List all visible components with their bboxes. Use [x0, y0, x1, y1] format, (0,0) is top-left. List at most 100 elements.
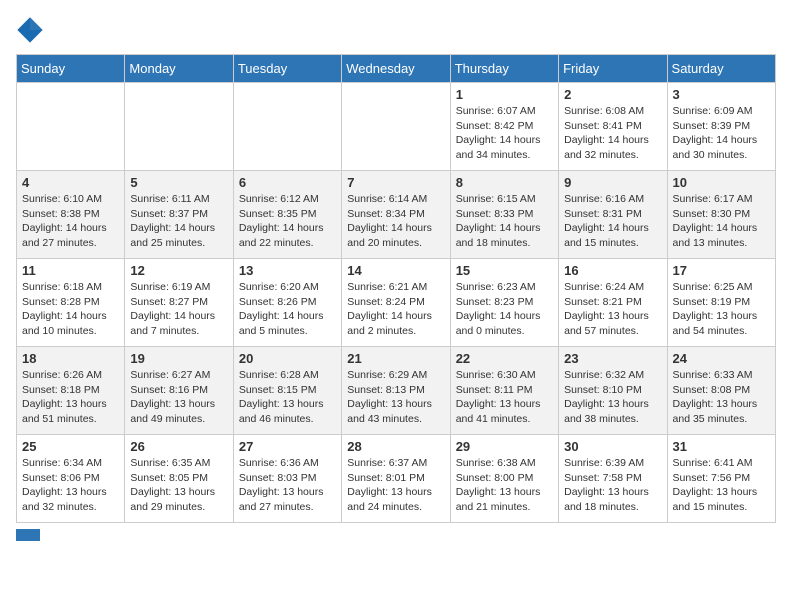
day-info: Sunrise: 6:38 AM Sunset: 8:00 PM Dayligh… — [456, 456, 553, 515]
day-number: 21 — [347, 351, 444, 366]
day-number: 7 — [347, 175, 444, 190]
day-info: Sunrise: 6:12 AM Sunset: 8:35 PM Dayligh… — [239, 192, 336, 251]
calendar-cell: 1 Sunrise: 6:07 AM Sunset: 8:42 PM Daylig… — [450, 83, 558, 171]
day-number: 20 — [239, 351, 336, 366]
calendar-cell — [342, 83, 450, 171]
day-number: 8 — [456, 175, 553, 190]
logo — [16, 16, 48, 44]
calendar-cell: 21 Sunrise: 6:29 AM Sunset: 8:13 PM Dayli… — [342, 347, 450, 435]
calendar-cell: 18 Sunrise: 6:26 AM Sunset: 8:18 PM Dayli… — [17, 347, 125, 435]
day-number: 25 — [22, 439, 119, 454]
calendar-cell: 3 Sunrise: 6:09 AM Sunset: 8:39 PM Daylig… — [667, 83, 775, 171]
day-info: Sunrise: 6:11 AM Sunset: 8:37 PM Dayligh… — [130, 192, 227, 251]
day-info: Sunrise: 6:34 AM Sunset: 8:06 PM Dayligh… — [22, 456, 119, 515]
day-info: Sunrise: 6:23 AM Sunset: 8:23 PM Dayligh… — [456, 280, 553, 339]
calendar-week-row: 18 Sunrise: 6:26 AM Sunset: 8:18 PM Dayli… — [17, 347, 776, 435]
day-info: Sunrise: 6:20 AM Sunset: 8:26 PM Dayligh… — [239, 280, 336, 339]
calendar-cell: 14 Sunrise: 6:21 AM Sunset: 8:24 PM Dayli… — [342, 259, 450, 347]
calendar-cell: 10 Sunrise: 6:17 AM Sunset: 8:30 PM Dayli… — [667, 171, 775, 259]
day-number: 14 — [347, 263, 444, 278]
calendar-cell: 23 Sunrise: 6:32 AM Sunset: 8:10 PM Dayli… — [559, 347, 667, 435]
calendar-cell: 12Sunrise: 6:19 AM Sunset: 8:27 PM Dayli… — [125, 259, 233, 347]
day-info: Sunrise: 6:25 AM Sunset: 8:19 PM Dayligh… — [673, 280, 770, 339]
day-info: Sunrise: 6:27 AM Sunset: 8:16 PM Dayligh… — [130, 368, 227, 427]
day-info: Sunrise: 6:26 AM Sunset: 8:18 PM Dayligh… — [22, 368, 119, 427]
calendar-cell: 25 Sunrise: 6:34 AM Sunset: 8:06 PM Dayli… — [17, 435, 125, 523]
day-number: 28 — [347, 439, 444, 454]
logo-icon — [16, 16, 44, 44]
calendar-cell: 29Sunrise: 6:38 AM Sunset: 8:00 PM Dayli… — [450, 435, 558, 523]
day-info: Sunrise: 6:29 AM Sunset: 8:13 PM Dayligh… — [347, 368, 444, 427]
day-number: 15 — [456, 263, 553, 278]
calendar-header-saturday: Saturday — [667, 55, 775, 83]
calendar-cell: 26 Sunrise: 6:35 AM Sunset: 8:05 PM Dayli… — [125, 435, 233, 523]
calendar-table: SundayMondayTuesdayWednesdayThursdayFrid… — [16, 54, 776, 523]
calendar-header-sunday: Sunday — [17, 55, 125, 83]
day-info: Sunrise: 6:14 AM Sunset: 8:34 PM Dayligh… — [347, 192, 444, 251]
calendar-cell: 28 Sunrise: 6:37 AM Sunset: 8:01 PM Dayli… — [342, 435, 450, 523]
day-number: 24 — [673, 351, 770, 366]
day-number: 26 — [130, 439, 227, 454]
calendar-cell: 16 Sunrise: 6:24 AM Sunset: 8:21 PM Dayli… — [559, 259, 667, 347]
calendar-cell: 19 Sunrise: 6:27 AM Sunset: 8:16 PM Dayli… — [125, 347, 233, 435]
calendar-cell: 8 Sunrise: 6:15 AM Sunset: 8:33 PM Daylig… — [450, 171, 558, 259]
day-number: 10 — [673, 175, 770, 190]
day-info: Sunrise: 6:08 AM Sunset: 8:41 PM Dayligh… — [564, 104, 661, 163]
calendar-cell: 9Sunrise: 6:16 AM Sunset: 8:31 PM Daylig… — [559, 171, 667, 259]
day-info: Sunrise: 6:24 AM Sunset: 8:21 PM Dayligh… — [564, 280, 661, 339]
day-info: Sunrise: 6:15 AM Sunset: 8:33 PM Dayligh… — [456, 192, 553, 251]
calendar-cell: 30 Sunrise: 6:39 AM Sunset: 7:58 PM Dayli… — [559, 435, 667, 523]
calendar-cell: 31 Sunrise: 6:41 AM Sunset: 7:56 PM Dayli… — [667, 435, 775, 523]
day-info: Sunrise: 6:17 AM Sunset: 8:30 PM Dayligh… — [673, 192, 770, 251]
day-info: Sunrise: 6:36 AM Sunset: 8:03 PM Dayligh… — [239, 456, 336, 515]
calendar-cell: 2Sunrise: 6:08 AM Sunset: 8:41 PM Daylig… — [559, 83, 667, 171]
calendar-week-row: 4 Sunrise: 6:10 AM Sunset: 8:38 PM Daylig… — [17, 171, 776, 259]
calendar-header-tuesday: Tuesday — [233, 55, 341, 83]
calendar-header-thursday: Thursday — [450, 55, 558, 83]
day-info: Sunrise: 6:10 AM Sunset: 8:38 PM Dayligh… — [22, 192, 119, 251]
day-info: Sunrise: 6:37 AM Sunset: 8:01 PM Dayligh… — [347, 456, 444, 515]
calendar-cell: 20Sunrise: 6:28 AM Sunset: 8:15 PM Dayli… — [233, 347, 341, 435]
day-number: 4 — [22, 175, 119, 190]
calendar-cell: 24Sunrise: 6:33 AM Sunset: 8:08 PM Dayli… — [667, 347, 775, 435]
calendar-cell: 5Sunrise: 6:11 AM Sunset: 8:37 PM Daylig… — [125, 171, 233, 259]
calendar-header-friday: Friday — [559, 55, 667, 83]
calendar-cell: 22 Sunrise: 6:30 AM Sunset: 8:11 PM Dayli… — [450, 347, 558, 435]
day-number: 30 — [564, 439, 661, 454]
day-info: Sunrise: 6:07 AM Sunset: 8:42 PM Dayligh… — [456, 104, 553, 163]
calendar-cell — [125, 83, 233, 171]
day-number: 16 — [564, 263, 661, 278]
day-number: 23 — [564, 351, 661, 366]
calendar-header-row: SundayMondayTuesdayWednesdayThursdayFrid… — [17, 55, 776, 83]
calendar-header-monday: Monday — [125, 55, 233, 83]
calendar-cell: 17 Sunrise: 6:25 AM Sunset: 8:19 PM Dayli… — [667, 259, 775, 347]
day-info: Sunrise: 6:41 AM Sunset: 7:56 PM Dayligh… — [673, 456, 770, 515]
day-number: 17 — [673, 263, 770, 278]
day-number: 3 — [673, 87, 770, 102]
day-number: 18 — [22, 351, 119, 366]
footer-note — [16, 529, 776, 541]
day-info: Sunrise: 6:32 AM Sunset: 8:10 PM Dayligh… — [564, 368, 661, 427]
day-info: Sunrise: 6:16 AM Sunset: 8:31 PM Dayligh… — [564, 192, 661, 251]
day-number: 22 — [456, 351, 553, 366]
day-number: 31 — [673, 439, 770, 454]
day-info: Sunrise: 6:35 AM Sunset: 8:05 PM Dayligh… — [130, 456, 227, 515]
day-number: 1 — [456, 87, 553, 102]
day-number: 12 — [130, 263, 227, 278]
calendar-cell: 15 Sunrise: 6:23 AM Sunset: 8:23 PM Dayli… — [450, 259, 558, 347]
day-info: Sunrise: 6:09 AM Sunset: 8:39 PM Dayligh… — [673, 104, 770, 163]
day-number: 27 — [239, 439, 336, 454]
calendar-cell: 7 Sunrise: 6:14 AM Sunset: 8:34 PM Daylig… — [342, 171, 450, 259]
day-info: Sunrise: 6:39 AM Sunset: 7:58 PM Dayligh… — [564, 456, 661, 515]
calendar-week-row: 11Sunrise: 6:18 AM Sunset: 8:28 PM Dayli… — [17, 259, 776, 347]
day-info: Sunrise: 6:18 AM Sunset: 8:28 PM Dayligh… — [22, 280, 119, 339]
day-number: 19 — [130, 351, 227, 366]
day-info: Sunrise: 6:30 AM Sunset: 8:11 PM Dayligh… — [456, 368, 553, 427]
calendar-cell: 6Sunrise: 6:12 AM Sunset: 8:35 PM Daylig… — [233, 171, 341, 259]
calendar-week-row: 1 Sunrise: 6:07 AM Sunset: 8:42 PM Daylig… — [17, 83, 776, 171]
calendar-cell: 11Sunrise: 6:18 AM Sunset: 8:28 PM Dayli… — [17, 259, 125, 347]
calendar-header-wednesday: Wednesday — [342, 55, 450, 83]
day-info: Sunrise: 6:21 AM Sunset: 8:24 PM Dayligh… — [347, 280, 444, 339]
calendar-cell: 27 Sunrise: 6:36 AM Sunset: 8:03 PM Dayli… — [233, 435, 341, 523]
calendar-cell — [233, 83, 341, 171]
